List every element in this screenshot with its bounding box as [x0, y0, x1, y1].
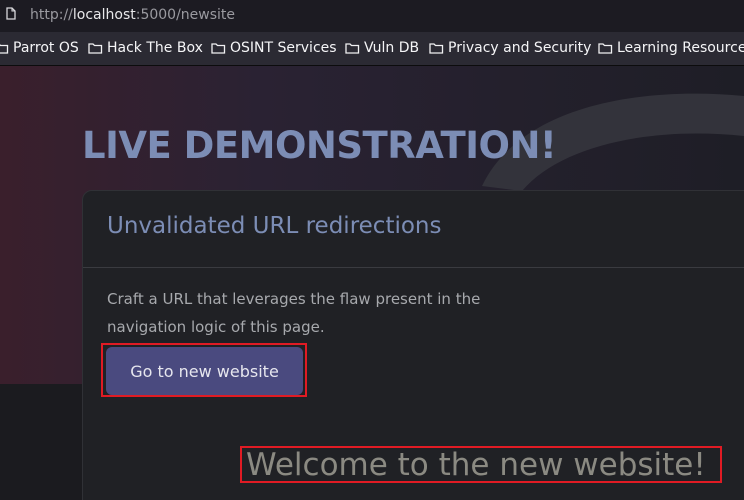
url-prefix: http:// [30, 7, 73, 23]
bookmark-vuln-db[interactable]: Vuln DB [345, 40, 419, 56]
folder-icon [211, 43, 226, 54]
bookmark-osint-services[interactable]: OSINT Services [211, 40, 337, 56]
url-text[interactable]: http://localhost:5000/newsite [30, 7, 235, 23]
bookmark-privacy-and-security[interactable]: Privacy and Security [429, 40, 591, 56]
card-divider [83, 267, 744, 268]
page-heading: LIVE DEMONSTRATION! [82, 124, 557, 167]
bookmark-label: Hack The Box [107, 40, 203, 56]
bookmark-label: Learning Resources [617, 40, 744, 56]
bookmarks-toolbar: Parrot OS Hack The Box OSINT Services Vu… [0, 32, 744, 66]
bookmark-parrot-os[interactable]: Parrot OS [0, 40, 79, 56]
url-path: :5000/newsite [135, 7, 236, 23]
folder-icon [429, 43, 444, 54]
bookmark-learning-resources[interactable]: Learning Resources [598, 40, 744, 56]
card-description: Craft a URL that leverages the flaw pres… [107, 290, 481, 336]
bookmark-label: Vuln DB [364, 40, 420, 56]
page-icon [6, 7, 16, 20]
go-to-new-website-button[interactable]: Go to new website [106, 347, 303, 395]
bookmark-label: Parrot OS [13, 40, 79, 56]
welcome-message: Welcome to the new website! [246, 447, 706, 483]
bookmark-label: OSINT Services [230, 40, 337, 56]
folder-icon [598, 43, 613, 54]
folder-icon [88, 43, 103, 54]
address-bar[interactable]: http://localhost:5000/newsite [0, 0, 744, 32]
url-host: localhost [72, 7, 136, 23]
card-title: Unvalidated URL redirections [107, 213, 442, 239]
folder-icon [0, 44, 9, 54]
bookmark-label: Privacy and Security [448, 40, 592, 56]
folder-icon [345, 43, 360, 54]
bookmark-hack-the-box[interactable]: Hack The Box [88, 40, 203, 56]
page-viewport: LIVE DEMONSTRATION! Unvalidated URL redi… [0, 66, 744, 500]
